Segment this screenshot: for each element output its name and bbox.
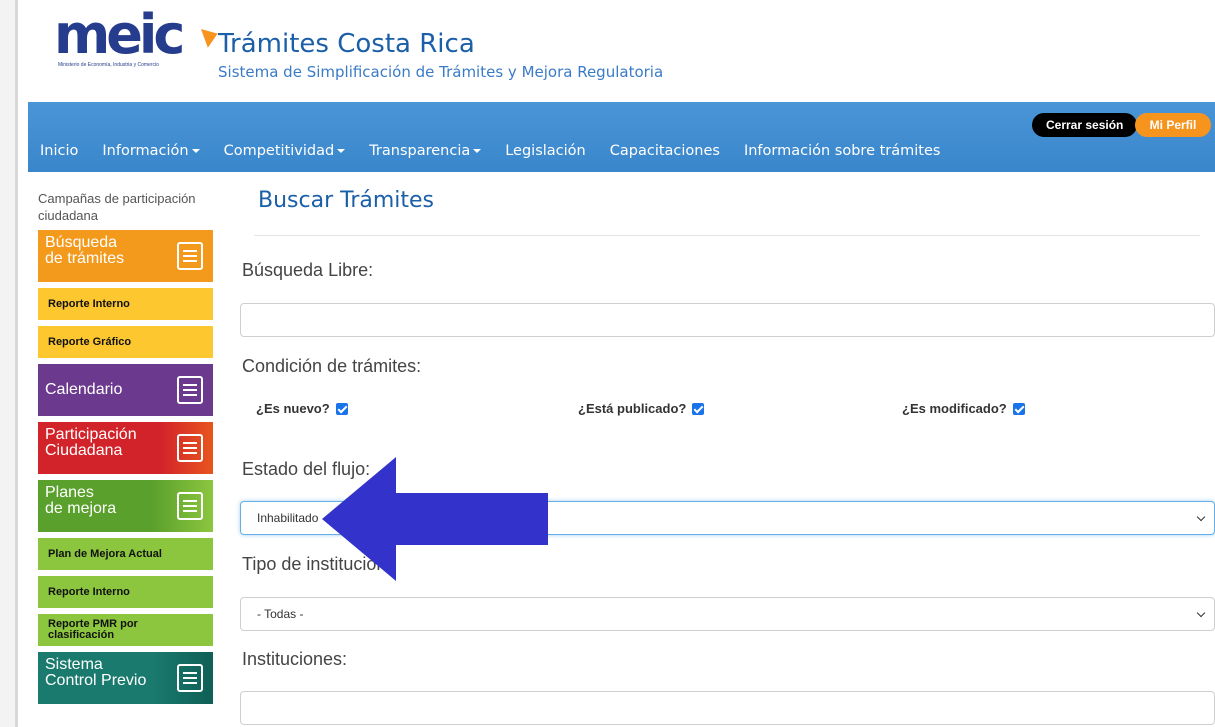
check-label: ¿Está publicado? [578,401,687,416]
check-label: ¿Es modificado? [902,401,1007,416]
checked-checkbox-icon[interactable] [335,402,348,415]
meic-logo[interactable]: meic Ministerio de Economía, Industria y… [54,8,234,74]
tile-sistema-control-previo[interactable]: Sistema Control Previo [38,652,213,704]
logout-button[interactable]: Cerrar sesión [1032,113,1138,137]
nav-item-2[interactable]: Competitividad [212,143,358,159]
link-reporte-interno[interactable]: Reporte Interno [38,288,213,320]
checked-checkbox-icon[interactable] [692,402,705,415]
link-reporte-pmr-clasificacion[interactable]: Reporte PMR por clasificación [38,614,213,646]
logo-ministry-text: Ministerio de Economía, Industria y Come… [58,62,159,68]
logo-wordmark: meic [54,3,185,66]
tile-participacion-ciudadana[interactable]: Participación Ciudadana [38,422,213,474]
nav-menu: Inicio Información Competitividad Transpare… [28,136,952,166]
busqueda-libre-input[interactable] [240,303,1215,337]
left-scroll-gutter [0,0,18,727]
nav-item-4[interactable]: Legislación [493,143,598,159]
link-text-line2: clasificación [48,629,115,641]
caret-down-icon [191,149,200,153]
nav-item-1[interactable]: Información [90,143,211,159]
nav-item-label: Información [102,143,189,159]
condicion-checkboxes: ¿Es nuevo? ¿Está publicado? ¿Es modifica… [240,401,1215,421]
title-divider [254,235,1200,236]
calendar-icon [177,376,203,404]
nav-item-label: Capacitaciones [609,143,720,159]
tipo-institucion-select[interactable]: - Todas - [240,597,1215,631]
tile-calendario[interactable]: Calendario [38,364,213,416]
condicion-label: Condición de trámites: [242,356,422,376]
nav-item-3[interactable]: Transparencia [357,143,493,159]
nav-item-5[interactable]: Capacitaciones [598,143,732,159]
caret-down-icon [473,149,482,153]
document-search-icon [177,242,203,270]
send-icon [177,664,203,692]
check-esta-publicado[interactable]: ¿Está publicado? [578,401,705,416]
check-es-nuevo[interactable]: ¿Es nuevo? [256,401,348,416]
link-plan-mejora-actual[interactable]: Plan de Mejora Actual [38,538,213,570]
chevron-down-icon [1196,512,1206,522]
link-reporte-interno-pmr[interactable]: Reporte Interno [38,576,213,608]
instituciones-input[interactable] [240,691,1215,725]
page-title: Buscar Trámites [258,188,435,213]
nav-item-6[interactable]: Información sobre trámites [732,143,952,159]
checked-checkbox-icon[interactable] [1012,402,1025,415]
site-subtitle: Sistema de Simplificación de Trámites y … [218,63,664,81]
chevron-down-icon [1196,608,1206,618]
link-reporte-grafico[interactable]: Reporte Gráfico [38,326,213,358]
site-header: meic Ministerio de Economía, Industria y… [28,0,1215,102]
participation-icon [177,434,203,462]
tile-busqueda-tramites[interactable]: Búsqueda de trámites [38,230,213,282]
tile-label: Calendario [45,381,123,398]
instituciones-label: Instituciones: [242,649,348,669]
nav-item-label: Transparencia [369,143,471,159]
tile-planes-mejora[interactable]: Planes de mejora [38,480,213,532]
nav-item-label: Información sobre trámites [743,143,941,159]
select-value: - Todas - [257,607,304,621]
sidebar: Campañas de participación ciudadana Búsq… [38,190,213,710]
main-navbar: Inicio Información Competitividad Transpare… [28,102,1215,172]
sidebar-caption: Campañas de participación ciudadana [38,191,196,223]
annotation-arrow-icon [322,457,548,581]
select-value: Inhabilitado [257,511,319,525]
caret-down-icon [337,149,346,153]
profile-button[interactable]: Mi Perfil [1135,113,1211,137]
busqueda-libre-label: Búsqueda Libre: [242,260,374,280]
nav-item-0[interactable]: Inicio [28,143,90,159]
site-title: Trámites Costa Rica [218,29,475,59]
check-es-modificado[interactable]: ¿Es modificado? [902,401,1025,416]
nav-item-label: Legislación [505,143,586,159]
nav-item-label: Competitividad [223,143,335,159]
book-search-icon [177,492,203,520]
page: meic Ministerio de Economía, Industria y… [0,0,1215,727]
nav-item-label: Inicio [40,143,79,159]
check-label: ¿Es nuevo? [256,401,330,416]
